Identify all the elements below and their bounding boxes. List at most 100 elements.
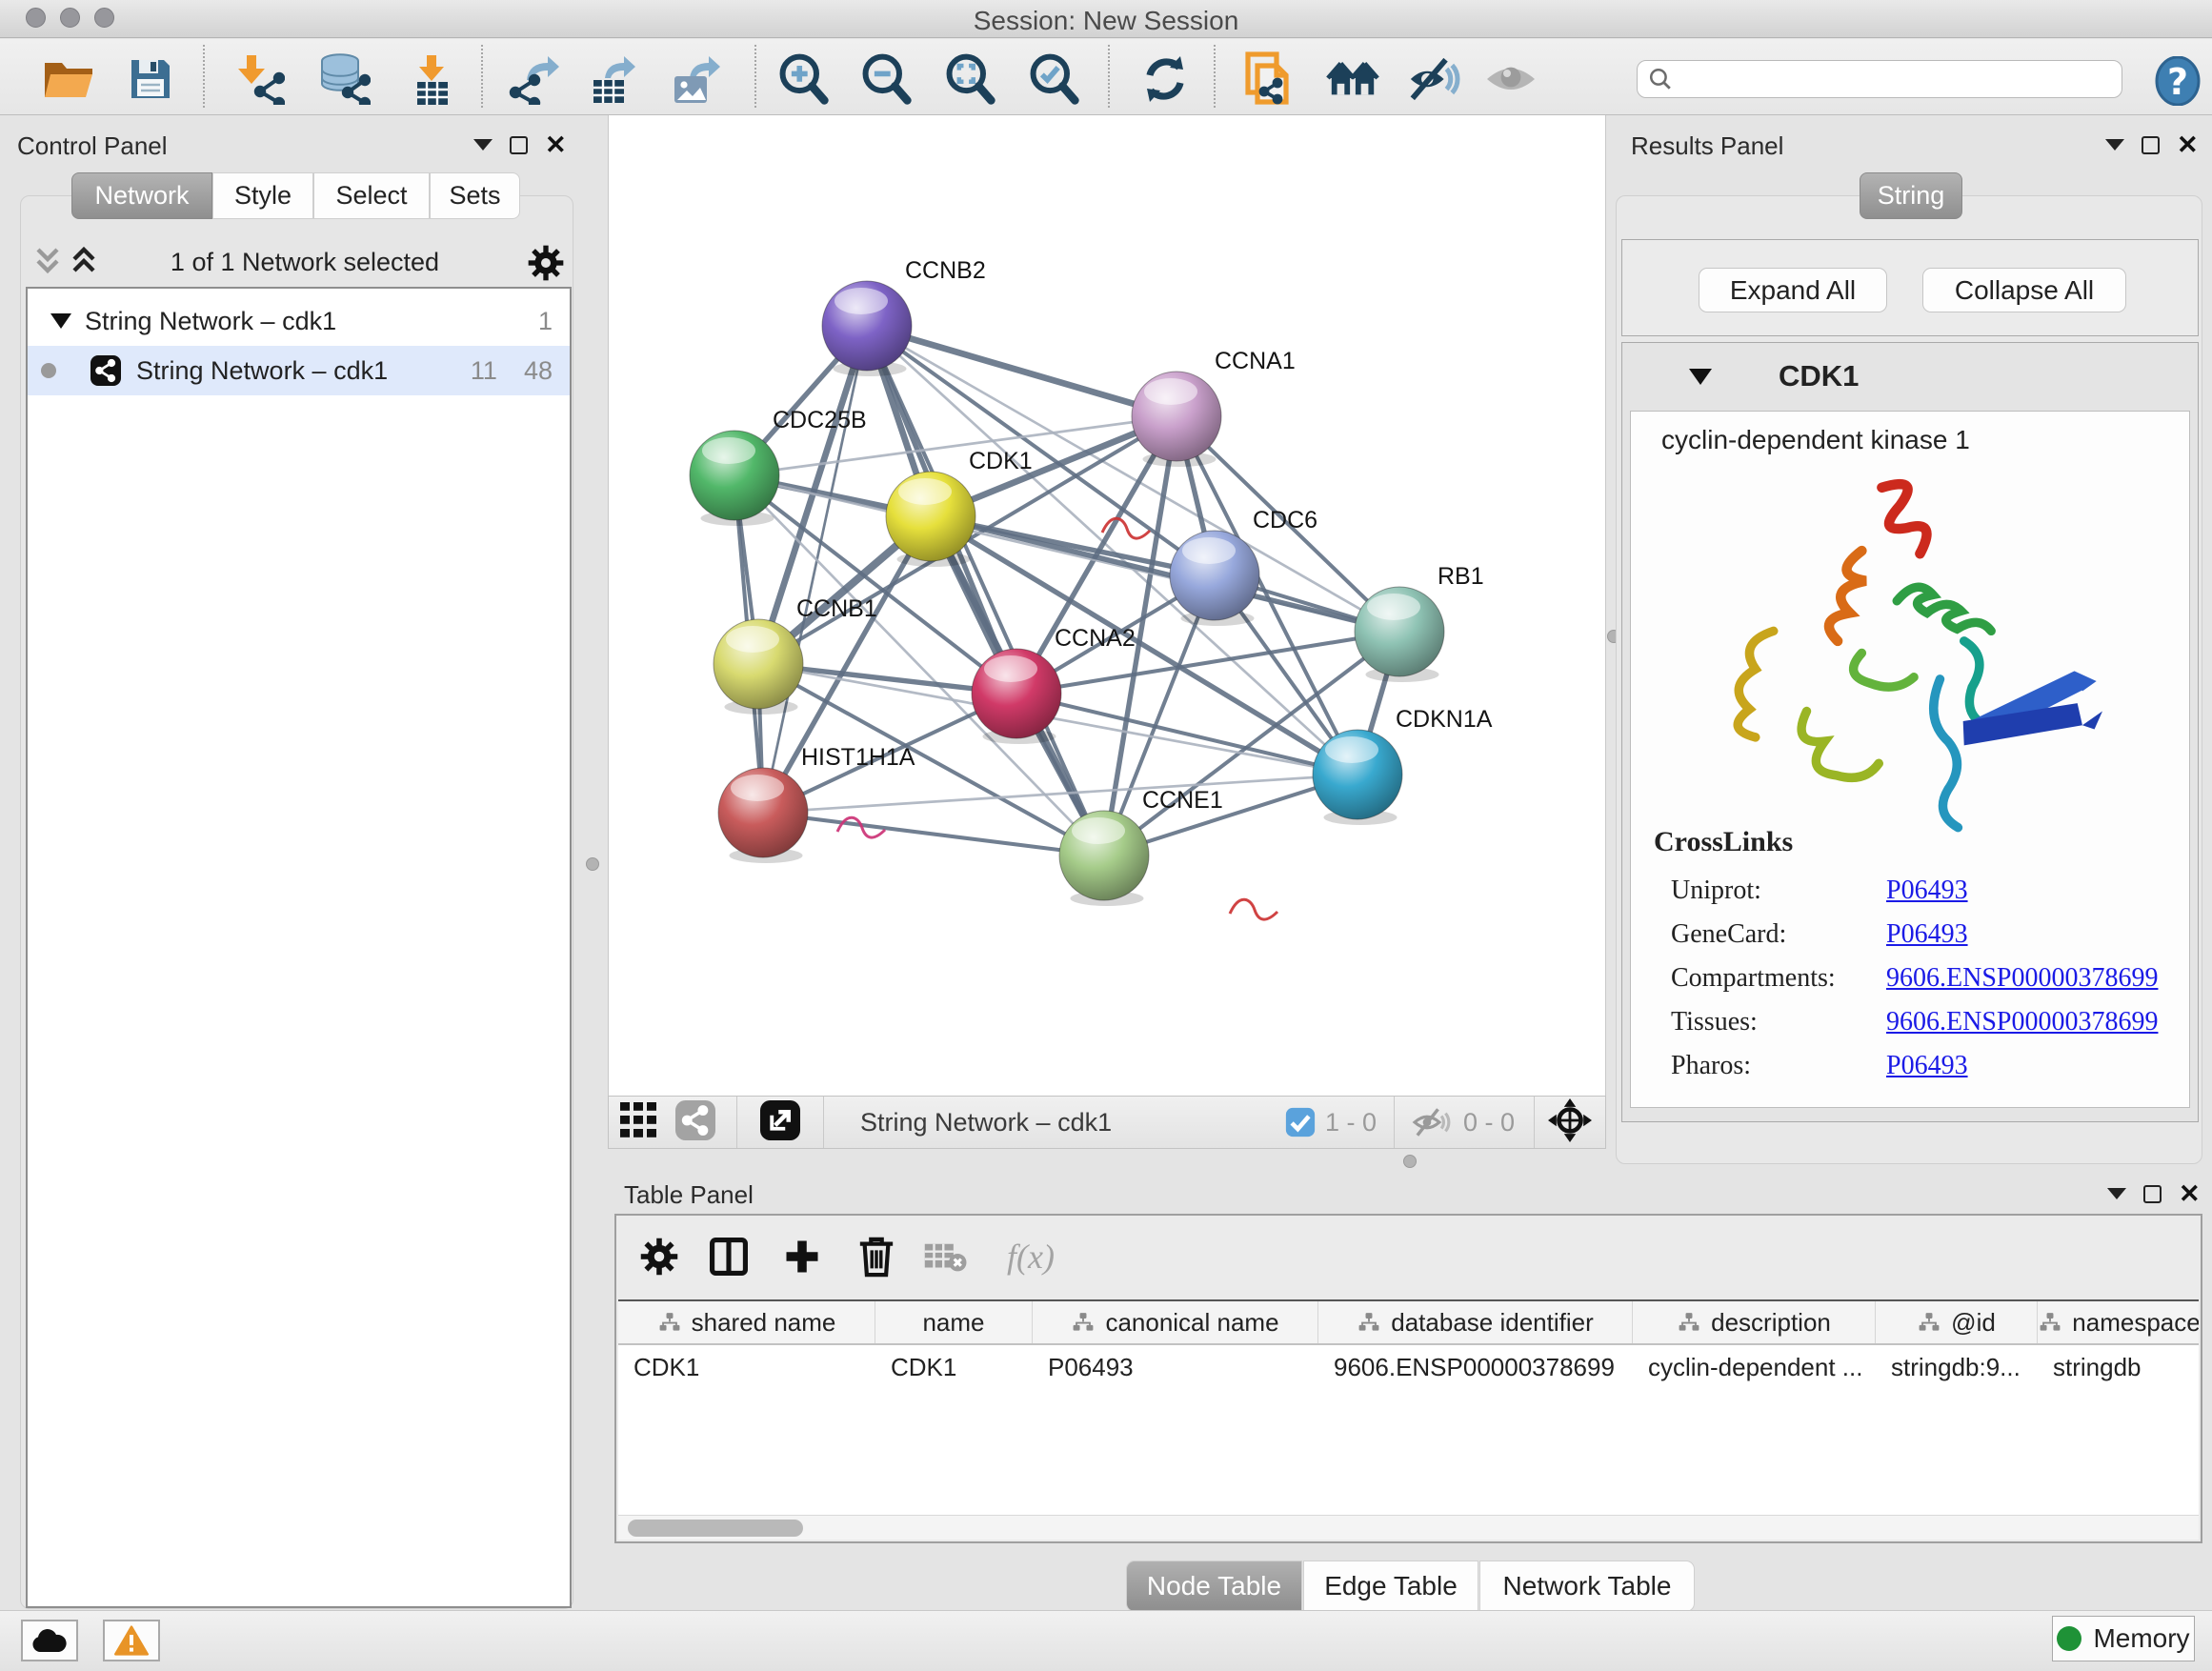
tab-string[interactable]: String xyxy=(1860,172,1962,219)
zoom-out-button[interactable] xyxy=(859,52,913,106)
crosslink-link[interactable]: 9606.ENSP00000378699 xyxy=(1886,1007,2158,1037)
save-session-button[interactable] xyxy=(124,52,177,106)
hide-selected-button[interactable] xyxy=(1407,52,1460,106)
refresh-icon xyxy=(1140,54,1190,104)
search-box[interactable] xyxy=(1637,60,2122,98)
splitter-handle-left[interactable] xyxy=(586,857,599,871)
tab-node-table[interactable]: Node Table xyxy=(1126,1560,1302,1612)
network-node-RB1[interactable] xyxy=(1355,587,1605,1094)
open-session-button[interactable] xyxy=(42,52,95,106)
float-panel-icon[interactable] xyxy=(510,136,528,154)
table-cell[interactable]: cyclin-dependent ... xyxy=(1633,1345,1876,1389)
column-header-shared-name[interactable]: shared name xyxy=(618,1301,875,1343)
column-header-database-identifier[interactable]: database identifier xyxy=(1318,1301,1633,1343)
table-cell[interactable]: P06493 xyxy=(1033,1345,1318,1389)
main-toolbar: ? xyxy=(0,39,2212,115)
expand-all-button[interactable]: Expand All xyxy=(1699,268,1887,312)
table-cell[interactable]: CDK1 xyxy=(875,1345,1033,1389)
memory-button[interactable]: Memory xyxy=(2052,1616,2195,1661)
table-cell[interactable]: stringdb xyxy=(2038,1345,2199,1389)
column-header-name[interactable]: name xyxy=(875,1301,1033,1343)
zoom-in-button[interactable] xyxy=(776,52,830,106)
scrollbar-thumb[interactable] xyxy=(628,1520,803,1537)
delete-column-button[interactable] xyxy=(855,1235,898,1278)
entry-header[interactable]: CDK1 xyxy=(1622,343,2198,410)
create-column-button[interactable] xyxy=(780,1235,824,1278)
tab-edge-table[interactable]: Edge Table xyxy=(1303,1560,1478,1612)
clone-network-button[interactable] xyxy=(1241,52,1295,106)
tab-style[interactable]: Style xyxy=(212,172,313,219)
column-header-namespace[interactable]: namespace xyxy=(2038,1301,2199,1343)
selected-checkbox-icon[interactable] xyxy=(1285,1107,1316,1137)
splitter-handle-bottom[interactable] xyxy=(1403,1155,1417,1168)
help-button[interactable]: ? xyxy=(2151,54,2204,108)
warning-status-button[interactable] xyxy=(103,1620,160,1661)
tab-network-table[interactable]: Network Table xyxy=(1479,1560,1695,1612)
refresh-button[interactable] xyxy=(1138,52,1192,106)
import-network-from-database-button[interactable] xyxy=(317,52,371,106)
birdseye-toggle-button[interactable] xyxy=(620,1102,662,1143)
entry-collapse-icon[interactable] xyxy=(1689,369,1712,385)
crosslink-link[interactable]: P06493 xyxy=(1886,1051,1968,1081)
column-header-description[interactable]: description xyxy=(1633,1301,1876,1343)
network-node-CDKN1A[interactable] xyxy=(1313,730,1605,1094)
crosslink-link[interactable]: P06493 xyxy=(1886,919,1968,950)
zoom-selected-button[interactable] xyxy=(1027,52,1080,106)
table-options-gear-button[interactable] xyxy=(637,1235,681,1278)
node-label-CCNE1: CCNE1 xyxy=(1142,787,1223,814)
cloud-status-button[interactable] xyxy=(21,1620,78,1661)
column-header--id[interactable]: @id xyxy=(1876,1301,2038,1343)
crosslink-link[interactable]: 9606.ENSP00000378699 xyxy=(1886,963,2158,994)
network-graph[interactable]: CCNB2CCNA1CDC25BCDK1CDC6RB1CCNB1CCNA2CDK… xyxy=(609,115,1605,1094)
network-node-CCNE1[interactable] xyxy=(1059,811,1605,1094)
network-options-gear-button[interactable] xyxy=(527,244,565,287)
export-network-button[interactable] xyxy=(507,52,560,106)
node-label-CDK1: CDK1 xyxy=(969,448,1033,474)
collapse-all-button[interactable]: Collapse All xyxy=(1922,268,2126,312)
expand-all-trees-button[interactable] xyxy=(70,246,97,281)
eye-slash-icon xyxy=(1407,55,1460,103)
tab-network[interactable]: Network xyxy=(71,172,212,219)
tab-sets[interactable]: Sets xyxy=(430,172,520,219)
table-cell[interactable]: stringdb:9... xyxy=(1876,1345,2038,1389)
float-panel-icon[interactable] xyxy=(2143,1185,2162,1203)
tab-select[interactable]: Select xyxy=(313,172,430,219)
node-table[interactable]: shared namenamecanonical namedatabase id… xyxy=(618,1299,2199,1519)
horizontal-scrollbar[interactable] xyxy=(618,1515,2199,1540)
fit-position-button[interactable] xyxy=(1548,1098,1592,1147)
close-panel-icon[interactable]: ✕ xyxy=(2179,1184,2201,1203)
table-cell[interactable]: 9606.ENSP00000378699 xyxy=(1318,1345,1633,1389)
network-label: String Network – cdk1 xyxy=(136,356,471,386)
string-panel-toggle-button[interactable] xyxy=(675,1100,715,1145)
search-input[interactable] xyxy=(1674,66,2093,92)
network-row-selected[interactable]: String Network – cdk1 11 48 xyxy=(28,346,570,395)
houses-icon xyxy=(1326,55,1379,103)
export-table-button[interactable] xyxy=(585,52,638,106)
network-canvas[interactable]: CCNB2CCNA1CDC25BCDK1CDC6RB1CCNB1CCNA2CDK… xyxy=(608,115,1606,1096)
network-collection-row[interactable]: String Network – cdk1 1 xyxy=(28,296,570,346)
export-image-button[interactable] xyxy=(668,52,721,106)
show-columns-button[interactable] xyxy=(707,1235,751,1278)
home-button[interactable] xyxy=(1326,52,1379,106)
collapse-panel-icon[interactable] xyxy=(2107,1188,2126,1199)
show-all-button[interactable] xyxy=(1484,52,1538,106)
results-panel-title: Results Panel xyxy=(1631,131,1783,161)
hidden-eye-icon[interactable] xyxy=(1410,1105,1454,1139)
network-selection-status: 1 of 1 Network selected xyxy=(114,248,495,277)
column-header-canonical-name[interactable]: canonical name xyxy=(1033,1301,1318,1343)
network-node-HIST1H1A[interactable] xyxy=(718,768,942,1094)
float-panel-icon[interactable] xyxy=(2142,136,2160,154)
collapse-all-trees-button[interactable] xyxy=(34,246,61,281)
table-cell[interactable]: CDK1 xyxy=(618,1345,875,1389)
zoom-fit-button[interactable] xyxy=(943,52,996,106)
close-panel-icon[interactable]: ✕ xyxy=(545,135,567,154)
tree-expand-icon[interactable] xyxy=(50,313,71,329)
crosslink-link[interactable]: P06493 xyxy=(1886,876,1968,906)
close-panel-icon[interactable]: ✕ xyxy=(2177,135,2199,154)
table-row[interactable]: CDK1CDK1P064939606.ENSP00000378699cyclin… xyxy=(618,1345,2199,1389)
import-network-button[interactable] xyxy=(232,52,286,106)
collapse-panel-icon[interactable] xyxy=(473,139,493,151)
collapse-panel-icon[interactable] xyxy=(2105,139,2124,151)
export-view-button[interactable] xyxy=(760,1100,800,1145)
import-table-button[interactable] xyxy=(404,52,457,106)
